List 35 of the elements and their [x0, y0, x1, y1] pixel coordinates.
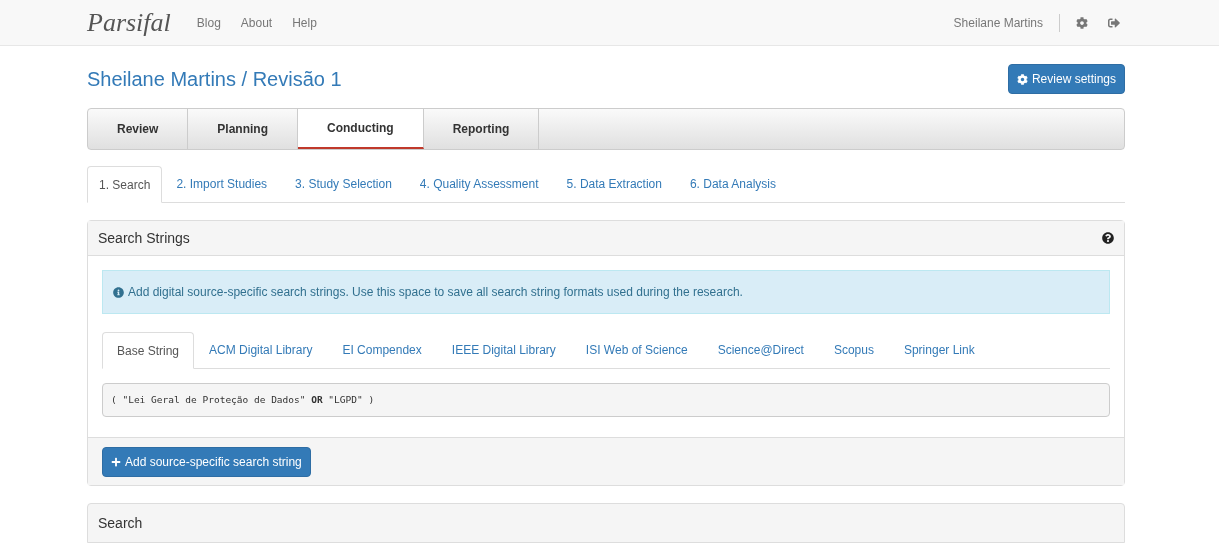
step-tab[interactable]: 2. Import Studies [162, 165, 282, 202]
source-tab[interactable]: EI Compendex [327, 331, 437, 368]
brand-logo[interactable]: Parsifal [87, 3, 171, 42]
review-settings-button[interactable]: Review settings [1007, 64, 1125, 94]
panel-title: Search Strings [98, 228, 190, 248]
plus-icon [111, 456, 121, 467]
source-tab[interactable]: Springer Link [888, 331, 990, 368]
logout-icon[interactable] [1108, 16, 1120, 29]
panel-title: Search [98, 513, 143, 533]
info-icon [113, 286, 124, 298]
add-search-string-button[interactable]: Add source-specific search string [102, 446, 311, 477]
source-tab[interactable]: IEEE Digital Library [436, 331, 571, 368]
source-tab[interactable]: Scopus [818, 331, 889, 368]
nav-link[interactable]: Help [282, 13, 327, 32]
settings-icon[interactable] [1076, 16, 1088, 29]
source-tab[interactable]: Base String [102, 332, 195, 369]
step-tab[interactable]: 1. Search [87, 166, 163, 203]
search-string-box[interactable]: ( "Lei Geral de Proteção de Dados" OR "LGPD" ) [102, 383, 1110, 417]
source-tab[interactable]: ACM Digital Library [194, 331, 328, 368]
main-tab[interactable]: Conducting [298, 109, 424, 149]
step-tab[interactable]: 5. Data Extraction [552, 165, 676, 202]
main-tab[interactable]: Review [88, 109, 189, 149]
step-tab[interactable]: 6. Data Analysis [675, 165, 790, 202]
info-text: Add digital source-specific search strings. Use this space to save all search string formats used during the research. [128, 284, 743, 301]
nav-link[interactable]: Blog [186, 13, 231, 32]
main-tab[interactable]: Reporting [423, 109, 540, 149]
source-tab[interactable]: Science@Direct [702, 331, 819, 368]
step-tab[interactable]: 4. Quality Assessment [405, 165, 553, 202]
page-title: Sheilane Martins / Revisão 1 [87, 67, 342, 92]
help-icon[interactable] [1102, 232, 1114, 244]
source-tab[interactable]: ISI Web of Science [570, 331, 703, 368]
nav-link[interactable]: About [230, 13, 283, 32]
step-tab[interactable]: 3. Study Selection [281, 165, 406, 202]
user-link[interactable]: Sheilane Martins [953, 13, 1060, 32]
settings-icon [1016, 73, 1028, 85]
